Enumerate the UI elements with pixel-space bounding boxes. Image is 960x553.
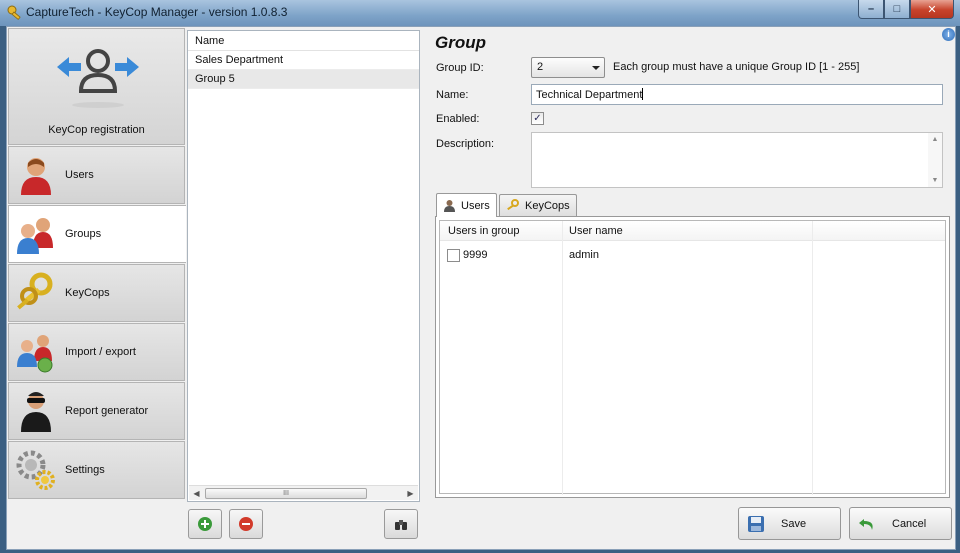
- nav-label-settings: Settings: [65, 464, 105, 476]
- name-field[interactable]: Technical Department: [531, 84, 943, 105]
- list-item-selected[interactable]: Group 5: [188, 70, 419, 89]
- name-value: Technical Department: [536, 89, 643, 101]
- page-title: Group: [435, 33, 486, 52]
- group-details: Group i Group ID: 2 Each group must have…: [427, 27, 955, 547]
- horizontal-scrollbar[interactable]: ◀ III ▶: [189, 485, 418, 500]
- nav-label-groups: Groups: [65, 228, 102, 240]
- group-id-select[interactable]: 2: [531, 57, 605, 78]
- nav-item-import-export[interactable]: Import / export: [8, 323, 185, 381]
- nav-keycop-registration[interactable]: KeyCop registration: [8, 28, 185, 145]
- description-field[interactable]: ▲ ▼: [531, 132, 943, 188]
- navigation-panel: KeyCop registration Users Groups KeyCops: [8, 28, 186, 502]
- table-row[interactable]: 9999 admin: [440, 246, 945, 264]
- tab-keycops-label: KeyCops: [525, 199, 570, 212]
- group-id-value: 2: [537, 61, 544, 73]
- remove-group-button[interactable]: [229, 509, 263, 539]
- floppy-disk-icon: [748, 515, 764, 532]
- add-group-button[interactable]: [188, 509, 222, 539]
- group-id-hint: Each group must have a unique Group ID […: [613, 61, 860, 73]
- nav-label-users: Users: [65, 169, 94, 181]
- save-button[interactable]: Save: [738, 507, 841, 540]
- list-item[interactable]: Sales Department: [188, 51, 419, 70]
- scroll-left-arrow-icon[interactable]: ◀: [189, 486, 204, 501]
- report-icon: [14, 389, 58, 433]
- chevron-down-icon: [592, 66, 600, 70]
- list-header-name[interactable]: Name: [188, 31, 419, 51]
- keys-icon: [14, 271, 58, 315]
- group-id-label: Group ID:: [436, 62, 484, 74]
- undo-arrow-icon: [859, 518, 873, 530]
- nav-label-keycops: KeyCops: [65, 287, 110, 299]
- users-tab-panel: Users in group User name 9999 admin: [435, 216, 950, 498]
- scroll-up-arrow-icon[interactable]: ▲: [928, 136, 942, 143]
- binoculars-icon: [395, 520, 407, 530]
- nav-label-import-export: Import / export: [65, 346, 136, 358]
- tab-users[interactable]: Users: [436, 193, 497, 217]
- text-cursor: [642, 88, 644, 100]
- window-controls: – □ ✕: [858, 0, 954, 19]
- groups-icon: [14, 212, 58, 256]
- import-export-icon: [14, 330, 58, 374]
- add-icon: [198, 517, 212, 531]
- nav-label-report-generator: Report generator: [65, 405, 149, 417]
- user-icon: [444, 200, 455, 212]
- nav-item-keycops[interactable]: KeyCops: [8, 264, 185, 322]
- window-title: CaptureTech - KeyCop Manager - version 1…: [26, 5, 288, 19]
- info-icon[interactable]: i: [942, 28, 955, 41]
- remove-icon: [239, 517, 253, 531]
- enabled-label: Enabled:: [436, 113, 480, 125]
- row-user-name: admin: [569, 249, 599, 261]
- cancel-button[interactable]: Cancel: [849, 507, 952, 540]
- registration-label: KeyCop registration: [48, 124, 145, 136]
- row-checkbox[interactable]: [447, 249, 460, 262]
- save-label: Save: [781, 517, 807, 530]
- title-bar: CaptureTech - KeyCop Manager - version 1…: [0, 0, 960, 26]
- nav-item-report-generator[interactable]: Report generator: [8, 382, 185, 440]
- user-icon: [14, 153, 58, 197]
- column-users-in-group[interactable]: Users in group: [448, 225, 520, 237]
- scroll-down-arrow-icon[interactable]: ▼: [928, 177, 942, 184]
- name-label: Name:: [436, 89, 469, 101]
- nav-item-users[interactable]: Users: [8, 146, 185, 204]
- cancel-label: Cancel: [892, 517, 927, 530]
- group-list: Name Sales Department Group 5 ◀ III ▶: [187, 30, 420, 502]
- key-app-icon: [7, 5, 21, 21]
- minimize-button[interactable]: –: [858, 0, 884, 19]
- maximize-button[interactable]: □: [884, 0, 910, 19]
- column-user-name[interactable]: User name: [569, 225, 623, 237]
- tab-keycops[interactable]: KeyCops: [499, 194, 577, 216]
- scroll-right-arrow-icon[interactable]: ▶: [403, 486, 418, 501]
- find-button[interactable]: [384, 509, 418, 539]
- close-button[interactable]: ✕: [910, 0, 954, 19]
- description-scrollbar[interactable]: ▲ ▼: [928, 133, 942, 187]
- registration-icon: [57, 49, 139, 108]
- nav-item-settings[interactable]: Settings: [8, 441, 185, 499]
- row-user-id: 9999: [463, 249, 488, 261]
- members-grid: Users in group User name 9999 admin: [439, 220, 946, 495]
- keys-icon: [507, 199, 519, 211]
- tab-users-label: Users: [461, 199, 490, 212]
- description-label: Description:: [436, 138, 495, 150]
- main-window: KeyCop registration Users Groups KeyCops: [6, 26, 956, 550]
- gears-icon: [14, 448, 58, 492]
- nav-item-groups[interactable]: Groups: [8, 205, 186, 263]
- grid-header: Users in group User name: [440, 221, 945, 241]
- enabled-checkbox[interactable]: ✓: [531, 112, 544, 125]
- scroll-thumb[interactable]: III: [205, 488, 367, 499]
